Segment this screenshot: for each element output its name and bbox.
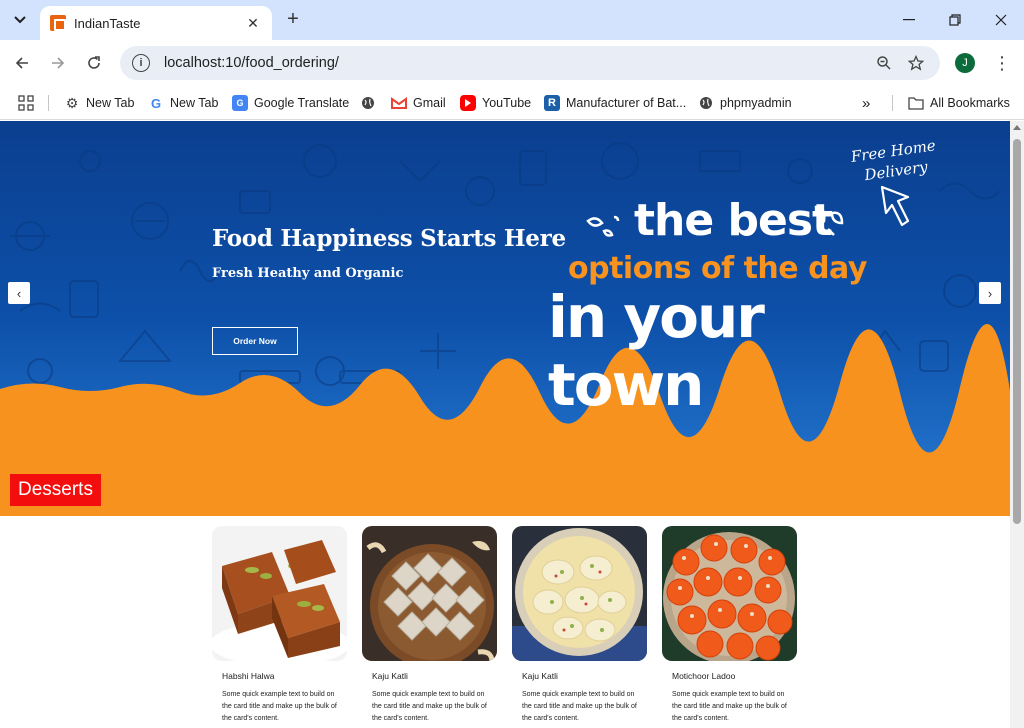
bookmark-label: Gmail xyxy=(413,96,446,110)
gear-icon: ⚙ xyxy=(65,94,79,111)
order-now-button[interactable]: Order Now xyxy=(212,327,298,355)
close-tab-icon[interactable]: ✕ xyxy=(244,14,262,32)
bookmark-manufacturer[interactable]: R Manufacturer of Bat... xyxy=(544,91,686,115)
browser-tab[interactable]: IndianTaste ✕ xyxy=(40,6,272,40)
bookmark-globe[interactable] xyxy=(360,91,382,115)
all-bookmarks-button[interactable]: All Bookmarks xyxy=(908,91,1010,115)
arrow-right-icon xyxy=(52,57,65,69)
scroll-up-arrow-icon[interactable] xyxy=(1013,125,1021,130)
page-scrollbar[interactable] xyxy=(1010,121,1024,728)
profile-avatar[interactable]: J xyxy=(955,53,975,73)
minimize-icon xyxy=(903,19,915,21)
card-image-kaju-katli[interactable] xyxy=(362,526,497,661)
globe-icon xyxy=(698,95,714,111)
xampp-favicon-icon xyxy=(50,15,66,31)
globe-icon xyxy=(360,95,376,111)
bookmark-label: YouTube xyxy=(482,96,532,110)
new-tab-button[interactable]: + xyxy=(282,9,304,31)
card-title: Motichoor Ladoo xyxy=(672,671,736,681)
restore-icon xyxy=(949,14,961,26)
r-icon: R xyxy=(544,95,560,111)
bookmark-phpmyadmin[interactable]: phpmyadmin xyxy=(698,91,792,115)
bookmark-label: Manufacturer of Bat... xyxy=(566,96,687,110)
bookmark-google-translate[interactable]: G Google Translate xyxy=(232,91,349,115)
forward-button[interactable] xyxy=(46,51,70,75)
card-title: Kaju Katli xyxy=(372,671,408,681)
bookmark-gmail[interactable]: Gmail xyxy=(391,91,446,115)
card-title: Habshi Halwa xyxy=(222,671,275,681)
zoom-icon[interactable] xyxy=(872,51,896,75)
folder-icon xyxy=(908,95,924,111)
url-text[interactable]: localhost:10/food_ordering/ xyxy=(164,55,864,71)
all-bookmarks-label: All Bookmarks xyxy=(930,96,1010,110)
promo-graphic: the best options of the day in your town xyxy=(548,191,908,419)
gmail-icon xyxy=(391,95,407,111)
bookmarks-bar: ⚙ New Tab G New Tab G Google Translate G… xyxy=(0,86,1024,120)
promo-line-2: options of the day xyxy=(568,251,867,286)
back-button[interactable] xyxy=(10,51,34,75)
cursor-arrow-icon xyxy=(880,185,910,227)
card-image-motichoor-ladoo[interactable] xyxy=(662,526,797,661)
bookmark-new-tab-2[interactable]: G New Tab xyxy=(148,91,218,115)
restore-button[interactable] xyxy=(943,8,967,32)
translate-icon: G xyxy=(232,95,248,111)
promo-line-3: in your town xyxy=(548,283,765,419)
card-text: Some quick example text to build on the … xyxy=(372,691,487,722)
card-text: Some quick example text to build on the … xyxy=(522,691,637,722)
bookmarks-divider xyxy=(892,95,893,111)
apps-button[interactable] xyxy=(18,91,34,115)
carousel-prev-button[interactable]: ‹ xyxy=(8,282,30,304)
chevron-down-icon xyxy=(14,16,26,24)
tab-title: IndianTaste xyxy=(74,15,141,31)
page-viewport: Food Happiness Starts Here Fresh Heathy … xyxy=(0,121,1024,728)
bookmark-star-icon[interactable] xyxy=(904,51,928,75)
bookmark-label: New Tab xyxy=(170,96,219,110)
tab-strip: IndianTaste ✕ + xyxy=(0,0,1024,40)
tab-search-button[interactable] xyxy=(8,8,32,32)
section-title-desserts: Desserts xyxy=(10,474,101,506)
hero-text-block: Food Happiness Starts Here Fresh Heathy … xyxy=(212,225,566,281)
bookmark-label: phpmyadmin xyxy=(720,96,792,110)
bookmark-new-tab-1[interactable]: ⚙ New Tab xyxy=(64,91,135,115)
dessert-card[interactable]: Kaju Katli Some quick example text to bu… xyxy=(512,526,647,725)
card-image-rasmalai[interactable] xyxy=(512,526,647,661)
close-icon xyxy=(995,14,1007,26)
minimize-button[interactable] xyxy=(897,8,921,32)
reload-button[interactable] xyxy=(82,51,106,75)
apps-grid-icon xyxy=(18,95,34,111)
youtube-icon xyxy=(460,95,476,111)
card-text: Some quick example text to build on the … xyxy=(672,691,787,722)
splash-doodle-icon xyxy=(586,215,620,237)
hero-subtitle: Fresh Heathy and Organic xyxy=(212,266,404,281)
close-window-button[interactable] xyxy=(989,8,1013,32)
splash-doodle-icon xyxy=(814,205,844,236)
browser-menu-icon[interactable]: ⋮ xyxy=(990,51,1014,75)
hero-title: Food Happiness Starts Here xyxy=(212,225,566,252)
carousel-next-button[interactable]: › xyxy=(979,282,1001,304)
more-bookmarks-chevron-icon[interactable]: » xyxy=(862,91,870,115)
bookmark-label: Google Translate xyxy=(254,96,350,110)
arrow-left-icon xyxy=(15,57,28,69)
reload-icon xyxy=(88,56,100,69)
address-bar[interactable]: i localhost:10/food_ordering/ xyxy=(120,46,940,80)
bookmark-label: New Tab xyxy=(86,96,135,110)
section-band xyxy=(0,464,1010,516)
browser-toolbar: i localhost:10/food_ordering/ J ⋮ xyxy=(0,40,1024,86)
card-image-habshi-halwa[interactable] xyxy=(212,526,347,661)
promo-line-1: the best xyxy=(634,195,833,246)
dessert-card[interactable]: Kaju Katli Some quick example text to bu… xyxy=(362,526,497,725)
card-text: Some quick example text to build on the … xyxy=(222,691,337,722)
dessert-card[interactable]: Motichoor Ladoo Some quick example text … xyxy=(662,526,797,725)
google-icon: G xyxy=(150,95,162,111)
scrollbar-thumb[interactable] xyxy=(1013,139,1021,524)
bookmarks-divider xyxy=(48,95,49,111)
card-title: Kaju Katli xyxy=(522,671,558,681)
hero-carousel: Food Happiness Starts Here Fresh Heathy … xyxy=(0,121,1010,516)
bookmark-youtube[interactable]: YouTube xyxy=(460,91,531,115)
site-info-icon[interactable]: i xyxy=(132,54,150,72)
dessert-card[interactable]: Habshi Halwa Some quick example text to … xyxy=(212,526,347,725)
